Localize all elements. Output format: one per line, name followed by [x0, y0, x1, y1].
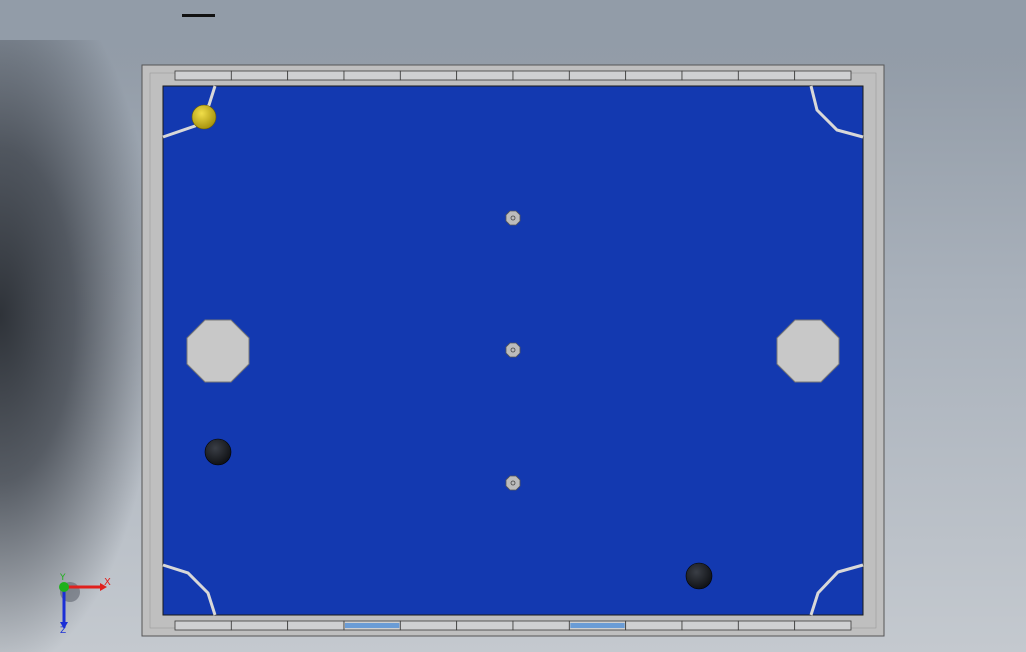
bumper-right[interactable]: [776, 319, 840, 383]
top-rail[interactable]: [174, 70, 852, 81]
bottom-rail-segment-highlight: [345, 623, 400, 628]
bottom-rail-segment[interactable]: [287, 620, 345, 631]
bottom-rail-segment[interactable]: [456, 620, 514, 631]
bottom-rail-segment[interactable]: [625, 620, 683, 631]
bottom-rail-segment[interactable]: [230, 620, 289, 631]
graphics-viewport[interactable]: X Y Z: [0, 0, 1026, 652]
bottom-rail-segment[interactable]: [681, 620, 739, 631]
bottom-rail[interactable]: [174, 620, 852, 631]
bottom-rail-segment[interactable]: [512, 620, 570, 631]
top-rail-segment[interactable]: [230, 70, 289, 81]
yellow-ball[interactable]: [191, 104, 217, 130]
top-rail-segment[interactable]: [568, 70, 627, 81]
peg-top[interactable]: [505, 210, 521, 226]
triad-z-label: Z: [60, 626, 66, 636]
bottom-rail-segment-highlight: [570, 623, 625, 628]
orientation-triad[interactable]: X Y Z: [48, 570, 118, 636]
top-rail-segment[interactable]: [174, 70, 232, 81]
peg-bottom[interactable]: [505, 475, 521, 491]
triad-x-label: X: [104, 577, 111, 588]
top-rail-segment[interactable]: [794, 70, 852, 81]
bumper-left[interactable]: [186, 319, 250, 383]
top-rail-segment[interactable]: [343, 70, 401, 81]
bottom-rail-segment[interactable]: [174, 620, 232, 631]
top-rail-segment[interactable]: [399, 70, 458, 81]
bottom-rail-segment[interactable]: [737, 620, 796, 631]
top-rail-segment[interactable]: [681, 70, 739, 81]
top-rail-segment[interactable]: [625, 70, 683, 81]
bottom-rail-segment[interactable]: [399, 620, 458, 631]
triad-y-axis: [59, 582, 69, 592]
table-model[interactable]: [0, 0, 1026, 652]
black-ball-left[interactable]: [204, 438, 232, 466]
peg-middle[interactable]: [505, 342, 521, 358]
triad-y-label: Y: [59, 573, 66, 583]
top-rail-segment[interactable]: [456, 70, 514, 81]
top-rail-segment[interactable]: [737, 70, 796, 81]
black-ball-right[interactable]: [685, 562, 713, 590]
top-rail-segment[interactable]: [287, 70, 345, 81]
top-rail-segment[interactable]: [512, 70, 570, 81]
bottom-rail-segment[interactable]: [794, 620, 852, 631]
